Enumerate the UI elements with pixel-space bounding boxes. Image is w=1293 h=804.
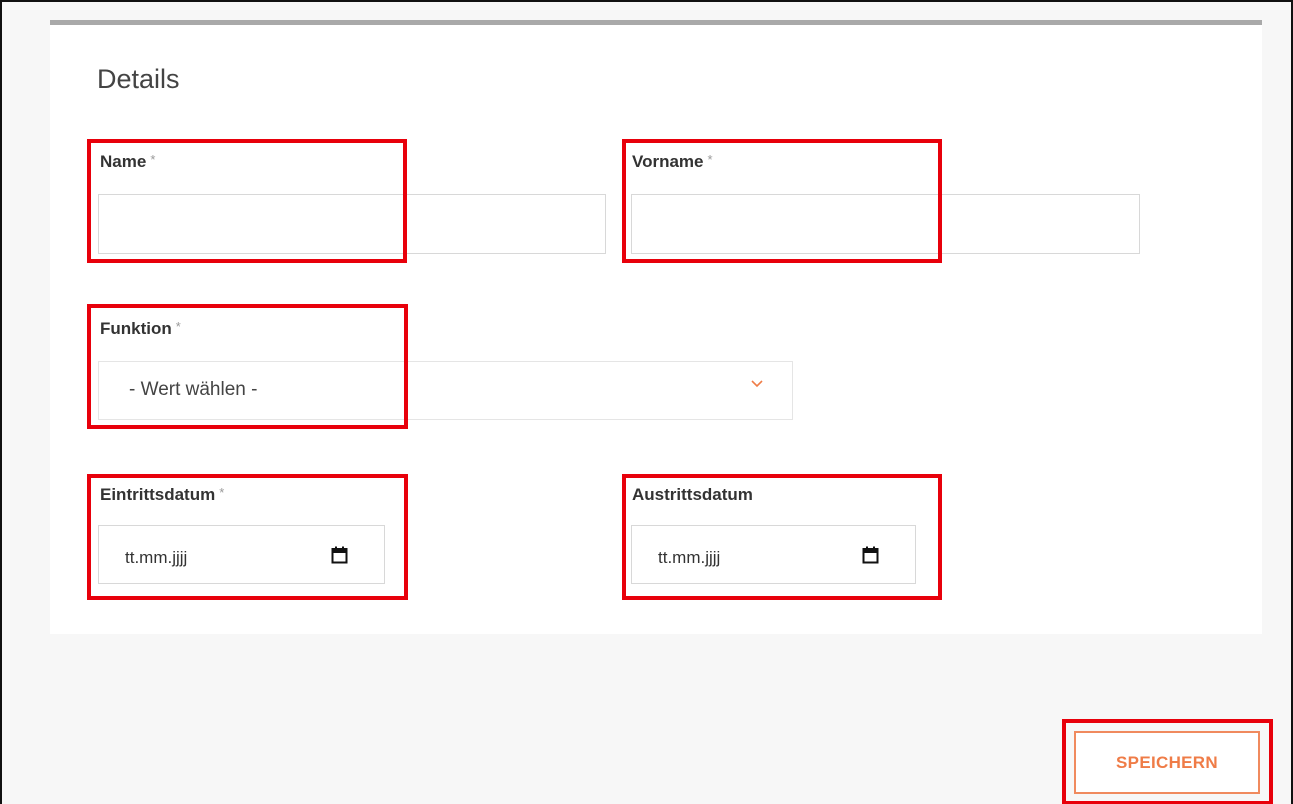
name-input[interactable] [98, 194, 606, 254]
save-button[interactable]: SPEICHERN [1074, 731, 1260, 794]
eintrittsdatum-label: Eintrittsdatum * [100, 485, 225, 504]
calendar-icon[interactable] [862, 546, 879, 564]
funktion-select[interactable]: - Wert wählen - [98, 361, 793, 420]
section-title: Details [97, 64, 180, 94]
eintrittsdatum-input[interactable]: tt.mm.jjjj [98, 525, 385, 584]
austrittsdatum-label: Austrittsdatum [632, 485, 753, 504]
funktion-label: Funktion * [100, 319, 181, 338]
austrittsdatum-input[interactable]: tt.mm.jjjj [631, 525, 916, 584]
name-label: Name * [100, 152, 156, 171]
chevron-down-icon [751, 380, 763, 388]
funktion-selected-value: - Wert wählen - [129, 379, 258, 400]
vorname-label: Vorname * [632, 152, 713, 171]
austrittsdatum-placeholder: tt.mm.jjjj [658, 548, 721, 567]
eintrittsdatum-placeholder: tt.mm.jjjj [125, 548, 188, 567]
calendar-icon[interactable] [331, 546, 348, 564]
vorname-input[interactable] [631, 194, 1140, 254]
